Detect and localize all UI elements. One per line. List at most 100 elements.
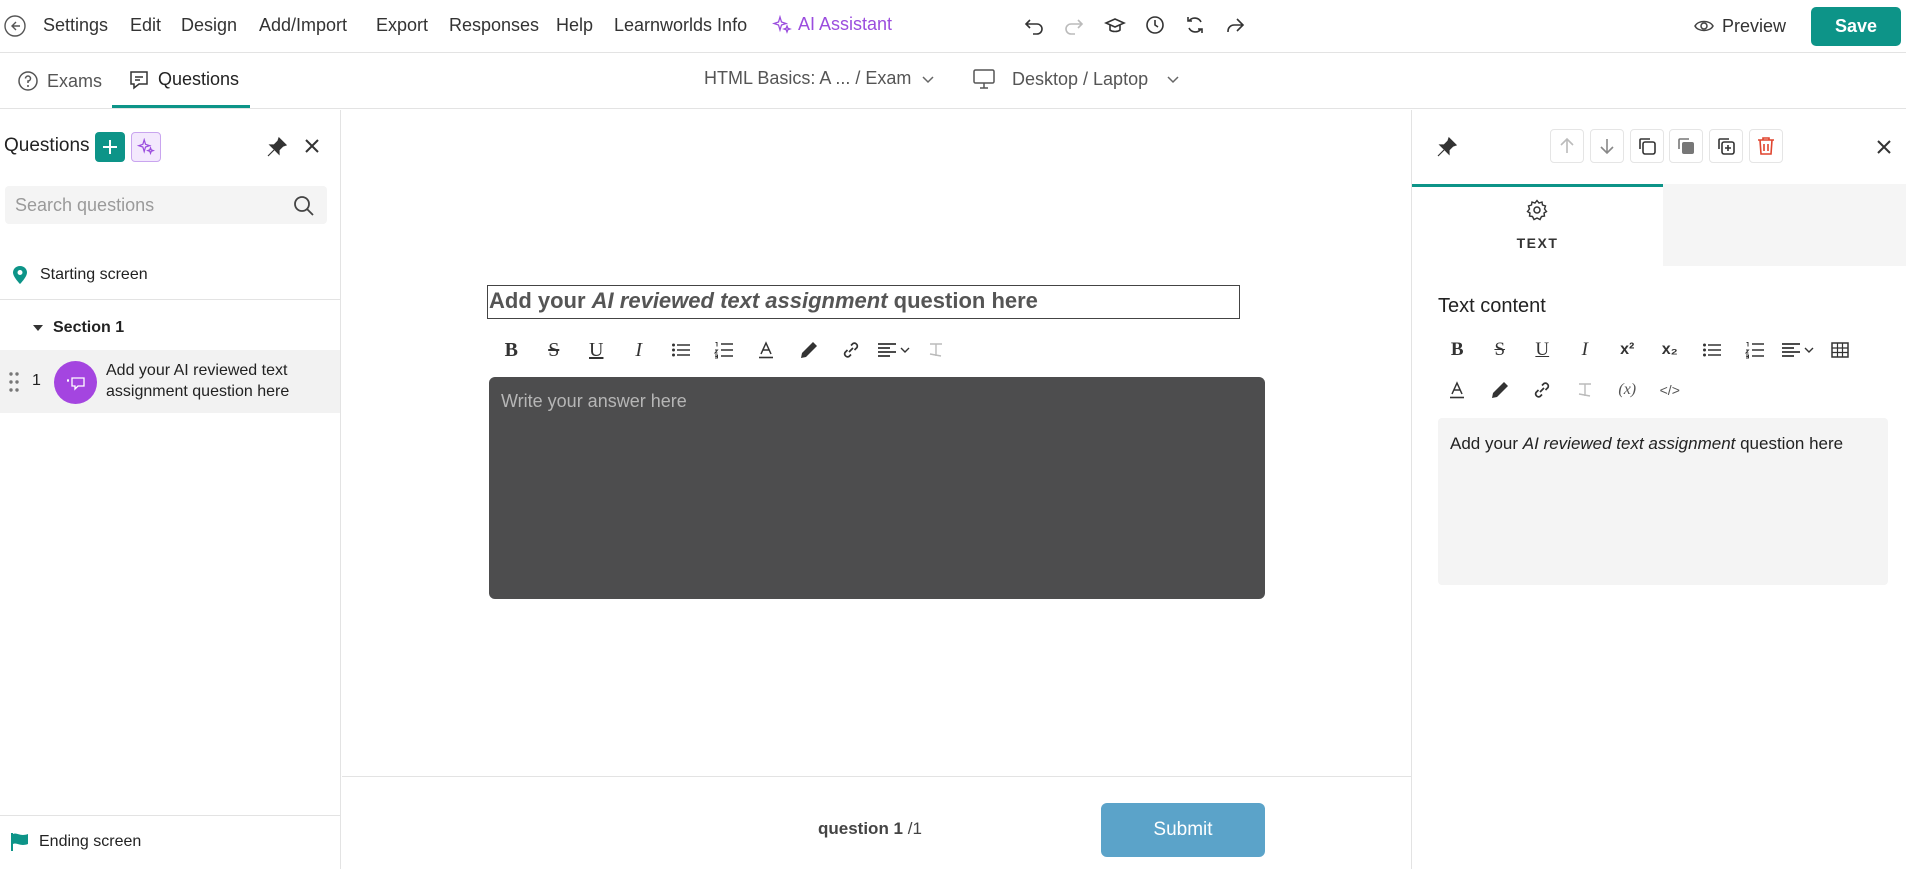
delete-button[interactable] — [1749, 129, 1783, 163]
section-label: Section 1 — [53, 319, 125, 336]
menu-design[interactable]: Design — [181, 15, 237, 36]
chevron-down-icon — [900, 347, 910, 353]
superscript-button[interactable]: x² — [1606, 335, 1649, 365]
bold-button[interactable]: B — [490, 335, 533, 365]
paste-button[interactable] — [1669, 129, 1703, 163]
text-color-icon — [759, 341, 774, 359]
history-icon[interactable] — [1144, 14, 1166, 36]
table-icon — [1831, 342, 1849, 358]
strikethrough-button[interactable]: S — [533, 335, 576, 365]
refresh-icon[interactable] — [1184, 14, 1206, 36]
highlight-button[interactable] — [1479, 375, 1522, 405]
text-color-button[interactable] — [745, 335, 788, 365]
underline-button[interactable]: U — [1521, 335, 1564, 365]
link-button[interactable] — [1521, 375, 1564, 405]
sub-toolbar: Exams Questions HTML Basics: A ... / Exa… — [0, 54, 1906, 109]
move-up-button[interactable] — [1550, 129, 1584, 163]
underline-button[interactable]: U — [575, 335, 618, 365]
menu-export[interactable]: Export — [376, 15, 428, 36]
preview-button[interactable]: Preview — [1694, 14, 1786, 38]
subscript-button[interactable]: x₂ — [1649, 335, 1692, 365]
divider — [0, 815, 340, 816]
table-button[interactable] — [1819, 335, 1862, 365]
menu-settings[interactable]: Settings — [43, 15, 108, 36]
ai-assistant-button[interactable]: AI Assistant — [772, 14, 892, 35]
caret-down-icon — [33, 325, 43, 331]
answer-format-toolbar: B S U I — [490, 335, 958, 365]
question-type-avatar — [54, 361, 97, 404]
properties-tabs: TEXT — [1412, 184, 1906, 266]
link-button[interactable] — [830, 335, 873, 365]
source-code-button[interactable]: </> — [1649, 375, 1692, 405]
menu-add-import[interactable]: Add/Import — [259, 15, 347, 36]
trash-icon — [1758, 137, 1774, 155]
numbered-list-button[interactable] — [703, 335, 746, 365]
starting-screen-label: Starting screen — [40, 266, 148, 283]
numbered-list-button[interactable] — [1734, 335, 1777, 365]
section-item[interactable]: Section 1 — [0, 308, 340, 348]
rich-text-toolbar-row-1: B S U I x² x₂ — [1436, 335, 1861, 365]
question-list-item[interactable]: 1 Add your AI reviewed text assignment q… — [0, 350, 340, 413]
add-question-button[interactable] — [95, 132, 125, 162]
tab-questions[interactable]: Questions — [112, 54, 250, 108]
text-content-editor[interactable]: Add your AI reviewed text assignment que… — [1438, 418, 1888, 585]
submit-button[interactable]: Submit — [1101, 803, 1265, 857]
duplicate-icon — [1718, 138, 1735, 155]
clear-format-button[interactable] — [915, 335, 958, 365]
menu-edit[interactable]: Edit — [130, 15, 161, 36]
pencil-icon — [800, 342, 817, 358]
bullet-list-button[interactable] — [1691, 335, 1734, 365]
strikethrough-button[interactable]: S — [1479, 335, 1522, 365]
plus-icon — [103, 140, 117, 154]
chevron-down-icon — [1167, 76, 1179, 84]
ending-screen-label: Ending screen — [39, 833, 142, 850]
italic-button[interactable]: I — [1564, 335, 1607, 365]
pin-icon[interactable] — [1436, 136, 1458, 158]
move-down-button[interactable] — [1590, 129, 1624, 163]
align-dropdown-button[interactable] — [873, 335, 916, 365]
align-left-icon — [1781, 343, 1800, 357]
numbered-list-icon — [713, 342, 733, 359]
question-title-pre: Add your — [489, 288, 592, 313]
graduation-cap-icon[interactable] — [1104, 14, 1126, 36]
bullet-list-icon — [1703, 343, 1722, 357]
copy-button[interactable] — [1630, 129, 1664, 163]
link-icon — [1535, 382, 1550, 398]
undo-icon[interactable] — [1023, 14, 1045, 36]
close-icon[interactable] — [303, 137, 321, 155]
starting-screen-item[interactable]: Starting screen — [0, 255, 340, 295]
save-button[interactable]: Save — [1811, 7, 1901, 46]
menu-learnworlds-info[interactable]: Learnworlds Info — [614, 15, 747, 36]
question-counter-total: /1 — [903, 819, 922, 838]
search-input[interactable] — [15, 186, 285, 224]
tab-text[interactable]: TEXT — [1412, 184, 1663, 266]
menu-help[interactable]: Help — [556, 15, 593, 36]
bold-button[interactable]: B — [1436, 335, 1479, 365]
ending-screen-item[interactable]: Ending screen — [0, 825, 340, 859]
answer-textarea[interactable] — [501, 391, 1241, 581]
clear-format-button[interactable] — [1564, 375, 1607, 405]
highlight-button[interactable] — [788, 335, 831, 365]
question-title-editor[interactable]: Add your AI reviewed text assignment que… — [487, 285, 1240, 319]
pin-icon[interactable] — [266, 136, 288, 158]
align-left-icon — [878, 343, 897, 357]
close-icon[interactable] — [1876, 139, 1892, 155]
bullet-list-button[interactable] — [660, 335, 703, 365]
italic-button[interactable]: I — [618, 335, 661, 365]
redo-icon[interactable] — [1063, 14, 1085, 36]
formula-button[interactable]: (x) — [1606, 375, 1649, 405]
duplicate-button[interactable] — [1709, 129, 1743, 163]
course-select[interactable]: HTML Basics: A ... / Exam — [704, 68, 935, 89]
back-icon[interactable] — [4, 15, 26, 37]
top-menu-bar: Settings Edit Design Add/Import Export R… — [0, 0, 1906, 53]
menu-responses[interactable]: Responses — [449, 15, 539, 36]
drag-handle-icon[interactable] — [8, 371, 20, 393]
align-dropdown-button[interactable] — [1776, 335, 1819, 365]
search-icon[interactable] — [293, 195, 315, 217]
share-icon[interactable] — [1224, 14, 1246, 36]
device-select[interactable]: Desktop / Laptop — [972, 68, 1180, 90]
ai-generate-button[interactable] — [131, 132, 161, 162]
text-color-button[interactable] — [1436, 375, 1479, 405]
link-icon — [844, 342, 859, 358]
tab-exams[interactable]: Exams — [17, 54, 102, 108]
